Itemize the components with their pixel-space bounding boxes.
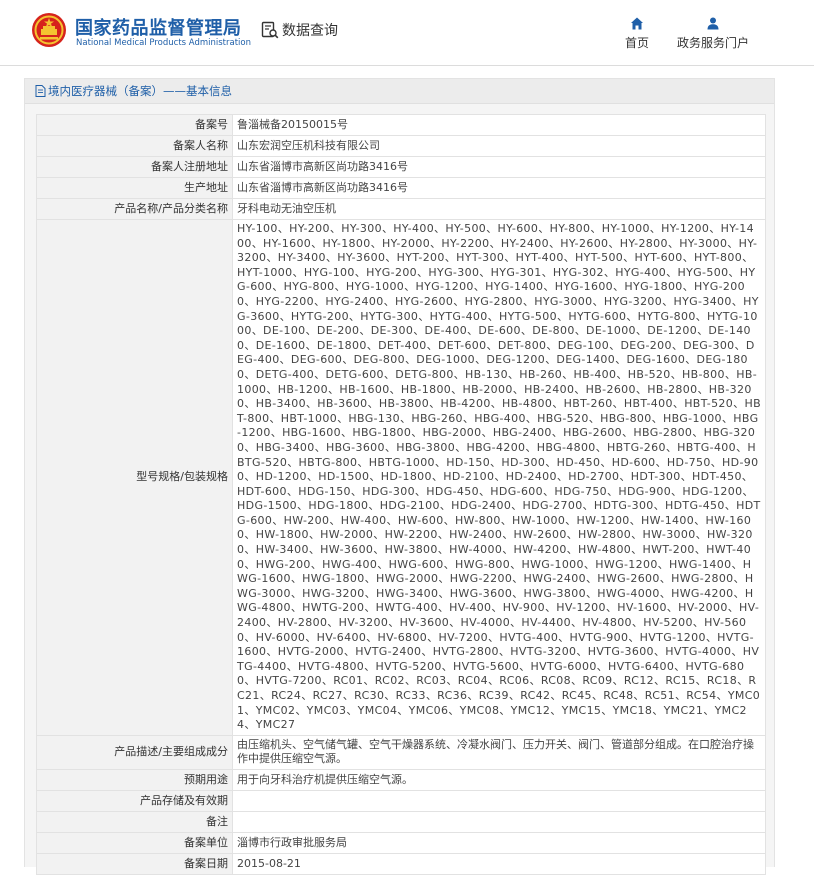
field-label: 生产地址 [36,177,233,199]
field-value-storage [232,789,766,812]
field-value-product-name: 牙科电动无油空压机 [232,198,766,220]
document-icon [35,85,46,97]
panel-title-bar: 境内医疗器械（备案）——基本信息 [25,79,774,104]
data-query-link[interactable]: 数据查询 [261,20,338,40]
field-label: 备注 [36,810,233,833]
table-row: 产品存储及有效期 [36,789,766,812]
table-row: 备案号 鲁淄械备20150015号 [36,114,766,136]
field-value-filing-unit: 淄博市行政审批服务局 [232,831,766,854]
field-label: 型号规格/包装规格 [36,219,233,736]
field-label: 备案单位 [36,831,233,854]
field-value-filing-no: 鲁淄械备20150015号 [232,114,766,136]
record-info-table: 备案号 鲁淄械备20150015号 备案人名称 山东宏润空压机科技有限公司 备案… [36,114,766,875]
field-value-remarks [232,810,766,833]
field-value-filing-date: 2015-08-21 [232,852,766,875]
field-label: 备案号 [36,114,233,136]
site-header: 国家药品监督管理局 National Medical Products Admi… [0,0,814,66]
field-label: 备案人名称 [36,135,233,157]
field-value-filer-address: 山东省淄博市高新区尚功路3416号 [232,156,766,178]
nav-home[interactable]: 首页 [619,16,655,51]
table-row: 备注 [36,810,766,833]
table-row: 备案人名称 山东宏润空压机科技有限公司 [36,135,766,157]
field-label: 预期用途 [36,768,233,791]
field-value-production-address: 山东省淄博市高新区尚功路3416号 [232,177,766,199]
field-value-description: 由压缩机头、空气储气罐、空气干燥器系统、冷凝水阀门、压力开关、阀门、管道部分组成… [232,734,766,770]
field-label: 备案人注册地址 [36,156,233,178]
brand-name-cn: 国家药品监督管理局 [75,18,242,39]
brand-name-en: National Medical Products Administration [76,38,251,48]
field-label: 产品存储及有效期 [36,789,233,812]
table-row: 产品名称/产品分类名称 牙科电动无油空压机 [36,198,766,220]
field-value-intended-use: 用于向牙科治疗机提供压缩空气源。 [232,768,766,791]
nav-home-label: 首页 [624,36,649,50]
field-label: 产品名称/产品分类名称 [36,198,233,220]
document-search-icon [261,21,279,39]
field-label: 备案日期 [36,852,233,875]
detail-panel: 境内医疗器械（备案）——基本信息 备案号 鲁淄械备20150015号 备案人名称… [24,78,775,875]
national-emblem-icon [32,13,66,47]
nav-service-portal[interactable]: 政务服务门户 [672,16,754,51]
field-label: 产品描述/主要组成成分 [36,734,233,770]
field-value-filer-name: 山东宏润空压机科技有限公司 [232,135,766,157]
panel-title: 境内医疗器械（备案）——基本信息 [48,84,232,98]
table-row: 型号规格/包装规格 HY-100、HY-200、HY-300、HY-400、HY… [36,219,766,736]
table-row: 预期用途 用于向牙科治疗机提供压缩空气源。 [36,768,766,791]
table-row: 备案人注册地址 山东省淄博市高新区尚功路3416号 [36,156,766,178]
table-row: 备案单位 淄博市行政审批服务局 [36,831,766,854]
table-row: 产品描述/主要组成成分 由压缩机头、空气储气罐、空气干燥器系统、冷凝水阀门、压力… [36,734,766,770]
nav-service-portal-label: 政务服务门户 [676,36,749,50]
user-icon [707,17,719,30]
home-icon [631,17,643,30]
field-value-models: HY-100、HY-200、HY-300、HY-400、HY-500、HY-60… [232,219,766,736]
table-row: 生产地址 山东省淄博市高新区尚功路3416号 [36,177,766,199]
data-query-label: 数据查询 [282,23,338,39]
table-row: 备案日期 2015-08-21 [36,852,766,875]
